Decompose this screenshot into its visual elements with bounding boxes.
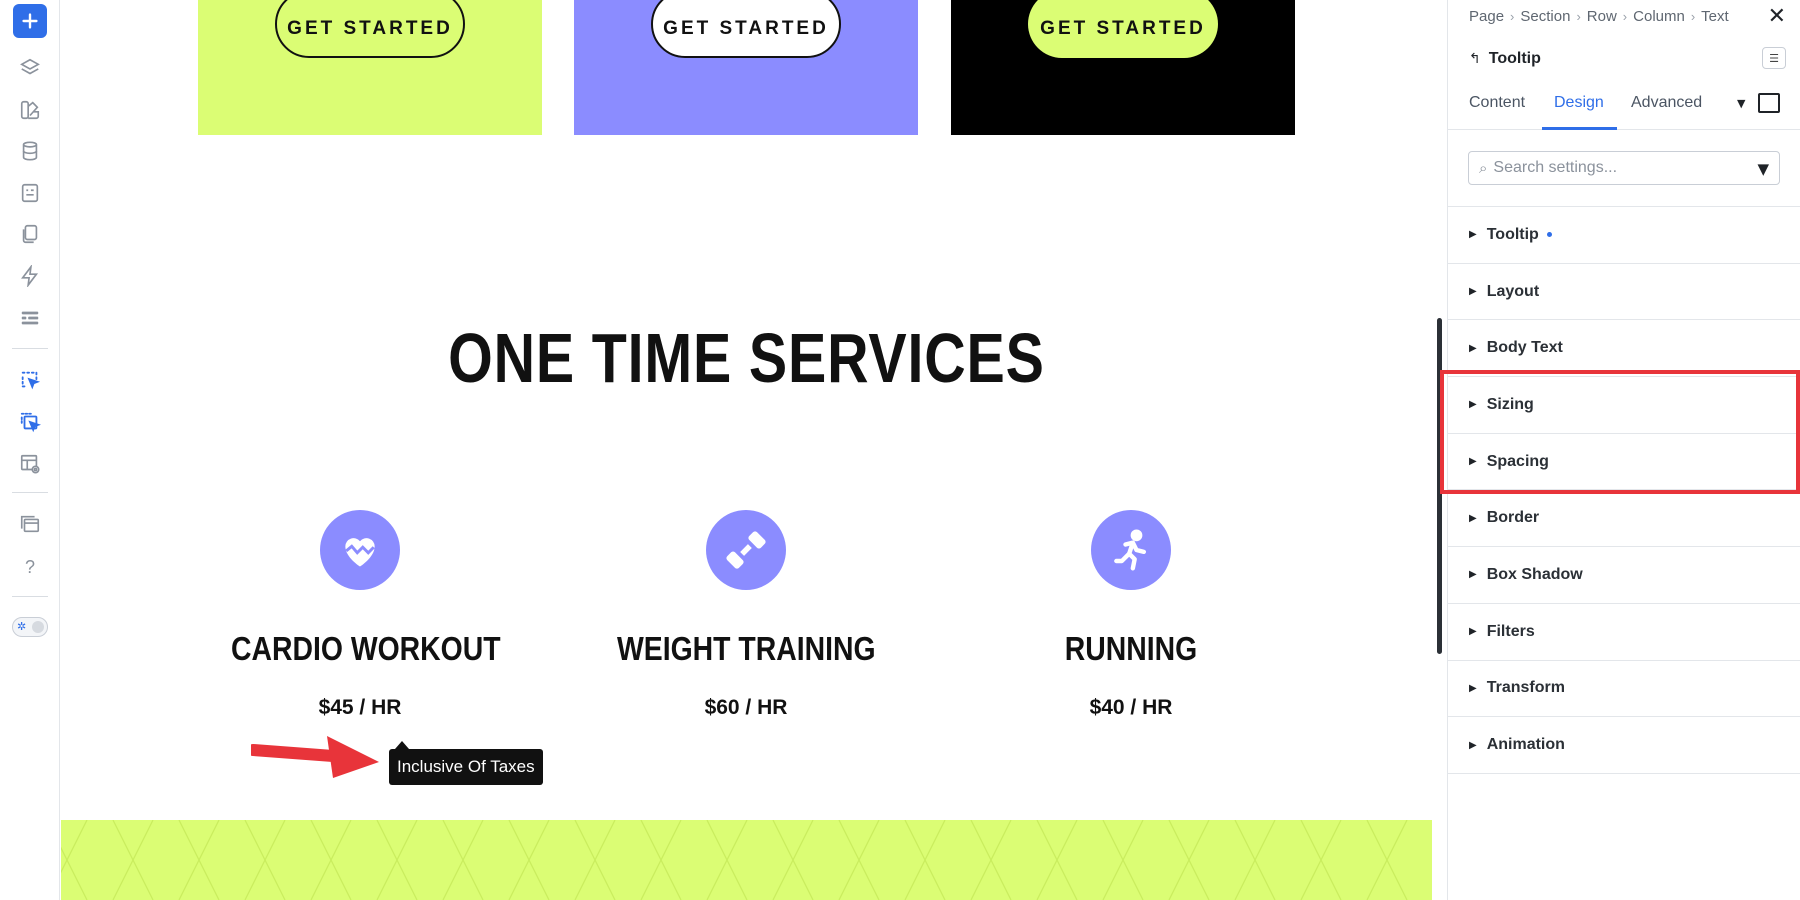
list-icon[interactable] — [13, 301, 47, 335]
breadcrumb-column[interactable]: Column — [1633, 8, 1685, 25]
toggle-knob — [32, 621, 44, 633]
chevron-right-icon: › — [1690, 9, 1696, 24]
section-label: Body Text — [1486, 339, 1563, 357]
service-item[interactable]: RUNNING $40 / HR — [981, 510, 1281, 720]
toolbar-divider — [12, 596, 48, 597]
service-price[interactable]: $40 / HR — [981, 696, 1281, 720]
breadcrumb: Page › Section › Row › Column › Text — [1469, 8, 1729, 25]
get-started-button[interactable]: GET STARTED — [1028, 0, 1218, 58]
section-border[interactable]: ▶ Border — [1448, 490, 1800, 548]
footer-section[interactable] — [61, 820, 1432, 900]
gear-icon: ✲ — [17, 620, 27, 633]
presets-icon[interactable]: ☰ — [1762, 47, 1786, 69]
database-icon[interactable] — [13, 134, 47, 168]
service-price[interactable]: $45 / HR — [210, 696, 510, 720]
add-icon[interactable] — [13, 4, 47, 38]
chevron-right-icon: › — [1510, 9, 1515, 24]
search-icon: ⌕ — [1479, 159, 1488, 177]
breadcrumb-row[interactable]: Row — [1587, 8, 1617, 25]
pricing-card-purple[interactable]: GET STARTED — [574, 0, 918, 135]
highlight-box — [1440, 370, 1800, 494]
section-label: Border — [1486, 509, 1540, 527]
section-animation[interactable]: ▶ Animation — [1448, 717, 1800, 774]
breadcrumb-text[interactable]: Text — [1701, 8, 1729, 25]
service-price[interactable]: $60 / HR — [596, 696, 896, 720]
active-tab-indicator — [1542, 127, 1617, 130]
caret-right-icon: ▶ — [1469, 739, 1477, 751]
heart-icon — [320, 510, 400, 590]
breadcrumb-page[interactable]: Page — [1469, 8, 1504, 25]
service-name: RUNNING — [1064, 630, 1198, 667]
back-arrow-icon[interactable]: ↰ — [1469, 51, 1481, 67]
chevron-right-icon: › — [1576, 9, 1581, 24]
chevron-right-icon: › — [1622, 9, 1628, 24]
service-item[interactable]: WEIGHT TRAINING $60 / HR — [596, 510, 896, 720]
caret-down-icon[interactable]: ▼ — [1737, 97, 1745, 110]
toolbar-divider — [12, 348, 48, 349]
stack-icon[interactable] — [13, 507, 47, 541]
caret-right-icon: ▶ — [1469, 512, 1477, 524]
page-canvas: GET STARTED GET STARTED GET STARTED ONE … — [61, 0, 1432, 900]
running-icon — [1091, 510, 1171, 590]
section-label: Filters — [1486, 622, 1535, 640]
get-started-button[interactable]: GET STARTED — [651, 0, 841, 58]
pages-icon[interactable] — [13, 217, 47, 251]
section-label: Layout — [1486, 282, 1540, 300]
layers-icon[interactable] — [13, 51, 47, 85]
form-icon[interactable] — [13, 176, 47, 210]
tab-design[interactable]: Design — [1554, 94, 1604, 112]
caret-right-icon: ▶ — [1469, 342, 1477, 354]
breadcrumb-section[interactable]: Section — [1520, 8, 1570, 25]
search-settings: ⌕ ▼ — [1468, 151, 1780, 185]
section-label: Transform — [1486, 679, 1565, 697]
select-element-icon[interactable] — [13, 363, 47, 397]
service-name: CARDIO WORKOUT — [231, 630, 501, 667]
caret-right-icon: ▶ — [1469, 626, 1477, 638]
help-icon[interactable]: ? — [13, 550, 47, 584]
section-tooltip[interactable]: ▶ Tooltip — [1448, 207, 1800, 264]
left-toolbar: ? ✲ — [0, 0, 60, 900]
layout-preview-icon[interactable] — [13, 447, 47, 481]
lightning-icon[interactable] — [13, 259, 47, 293]
tooltip: Inclusive Of Taxes — [389, 741, 543, 785]
element-title: ↰ Tooltip — [1469, 50, 1541, 68]
settings-tabs: Content Design Advanced ▼ — [1448, 82, 1800, 130]
swatches-icon[interactable] — [13, 93, 47, 127]
dumbbell-icon — [706, 510, 786, 590]
toolbar-divider — [12, 492, 48, 493]
service-name: WEIGHT TRAINING — [617, 630, 876, 667]
tab-advanced[interactable]: Advanced — [1631, 94, 1702, 112]
pricing-card-lime[interactable]: GET STARTED — [198, 0, 542, 135]
close-icon[interactable]: ✕ — [1768, 4, 1786, 29]
search-input[interactable] — [1493, 159, 1734, 177]
pricing-card-black[interactable]: GET STARTED — [951, 0, 1295, 135]
section-label: Animation — [1486, 736, 1565, 754]
filter-icon[interactable]: ▼ — [1757, 160, 1769, 178]
section-transform[interactable]: ▶ Transform — [1448, 661, 1800, 718]
modified-indicator — [1546, 232, 1552, 238]
section-label: Box Shadow — [1486, 565, 1583, 583]
red-annotation-arrow — [251, 736, 379, 778]
service-item[interactable]: CARDIO WORKOUT $45 / HR — [210, 510, 510, 720]
tab-content[interactable]: Content — [1469, 94, 1525, 112]
section-title[interactable]: ONE TIME SERVICES — [184, 318, 1308, 398]
help-label: ? — [24, 556, 35, 577]
section-layout[interactable]: ▶ Layout — [1448, 264, 1800, 321]
section-box-shadow[interactable]: ▶ Box Shadow — [1448, 547, 1800, 604]
diamond-pattern — [61, 820, 1408, 900]
caret-right-icon: ▶ — [1469, 682, 1477, 694]
select-multiple-icon[interactable] — [13, 405, 47, 439]
get-started-button[interactable]: GET STARTED — [275, 0, 465, 58]
caret-right-icon: ▶ — [1469, 286, 1477, 298]
element-title-label: Tooltip — [1488, 50, 1541, 67]
dark-mode-toggle[interactable]: ✲ — [12, 617, 48, 637]
section-body-text[interactable]: ▶ Body Text — [1448, 320, 1800, 378]
responsive-view-icon[interactable] — [1758, 93, 1780, 113]
caret-right-icon: ▶ — [1469, 569, 1477, 581]
section-filters[interactable]: ▶ Filters — [1448, 604, 1800, 661]
caret-right-icon: ▶ — [1469, 229, 1477, 241]
section-label: Tooltip — [1486, 225, 1539, 243]
